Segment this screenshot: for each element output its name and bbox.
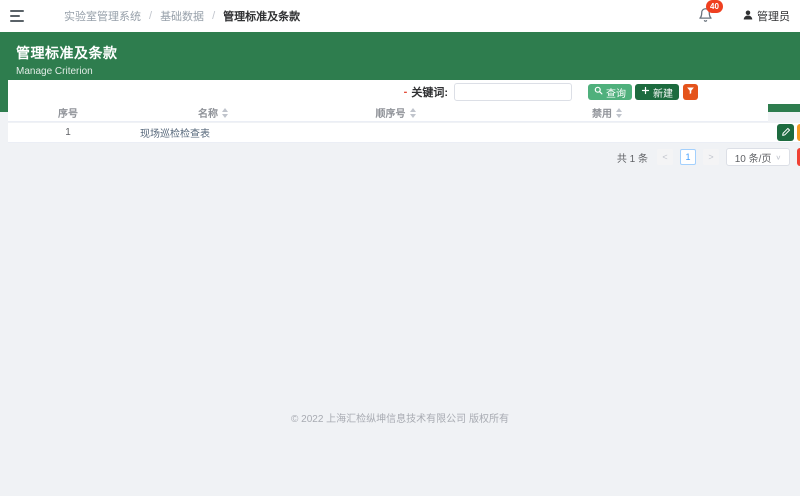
search-toolbar: - 关键词: 查询 新建	[8, 80, 800, 104]
row-actions	[768, 123, 800, 143]
page-subtitle: Manage Criterion	[16, 66, 784, 77]
pencil-icon	[781, 125, 791, 140]
notification-badge: 40	[706, 0, 723, 13]
column-header-order[interactable]: 顺序号	[298, 105, 493, 120]
breadcrumb-separator: /	[212, 10, 215, 22]
filter-button[interactable]	[683, 84, 698, 100]
sort-caret-icon	[222, 108, 228, 118]
notification-button[interactable]: 40	[698, 7, 716, 25]
column-header-order-label: 顺序号	[376, 105, 406, 120]
cell-index: 1	[8, 127, 128, 138]
column-header-name-label: 名称	[198, 105, 218, 120]
keyword-label: 关键词:	[411, 84, 448, 100]
create-button-label: 新建	[653, 85, 673, 100]
page-number-button[interactable]: 1	[680, 149, 696, 165]
chevron-down-icon: ∨	[775, 153, 781, 160]
pagination-total: 共 1 条	[617, 150, 648, 165]
table-row: 1 现场巡检检查表	[8, 123, 768, 143]
column-header-disabled[interactable]: 禁用	[493, 105, 721, 120]
column-header-name[interactable]: 名称	[128, 105, 298, 120]
pagination: 共 1 条 < 1 > 10 条/页 ∨	[0, 147, 800, 167]
required-marker: -	[404, 86, 408, 98]
next-page-button[interactable]: >	[703, 149, 719, 165]
breadcrumb: 实验室管理系统 / 基础数据 / 管理标准及条款	[64, 8, 300, 24]
breadcrumb-item-current: 管理标准及条款	[223, 8, 300, 24]
user-name: 管理员	[757, 8, 790, 24]
topbar-right: 40 管理员	[698, 7, 790, 25]
prev-page-button[interactable]: <	[657, 149, 673, 165]
top-bar: 实验室管理系统 / 基础数据 / 管理标准及条款 40 管理员	[0, 0, 800, 32]
user-menu[interactable]: 管理员	[742, 8, 790, 24]
page-size-select[interactable]: 10 条/页 ∨	[726, 148, 790, 166]
copyright-footer: © 2022 上海汇检纵坤信息技术有限公司 版权所有	[0, 410, 800, 425]
column-header-disabled-label: 禁用	[592, 105, 612, 120]
funnel-icon	[686, 86, 695, 98]
sort-caret-icon	[616, 108, 622, 118]
create-button[interactable]: 新建	[635, 84, 679, 100]
menu-toggle-icon[interactable]	[10, 8, 28, 24]
plus-icon	[641, 86, 650, 98]
page-size-value: 10 条/页	[735, 150, 772, 165]
cell-name: 现场巡检检查表	[128, 125, 298, 140]
breadcrumb-item-system[interactable]: 实验室管理系统	[64, 8, 141, 24]
column-header-index: 序号	[8, 105, 128, 120]
breadcrumb-separator: /	[149, 10, 152, 22]
query-button[interactable]: 查询	[588, 84, 632, 100]
magnifier-icon	[594, 86, 603, 98]
table-header: 序号 名称 顺序号 禁用	[8, 104, 768, 122]
sort-caret-icon	[410, 108, 416, 118]
edit-row-button[interactable]	[777, 124, 794, 141]
page-title: 管理标准及条款	[16, 43, 784, 63]
query-button-label: 查询	[606, 85, 626, 100]
user-icon	[742, 9, 754, 24]
breadcrumb-item-basedata[interactable]: 基础数据	[160, 8, 204, 24]
keyword-input[interactable]	[454, 83, 572, 101]
